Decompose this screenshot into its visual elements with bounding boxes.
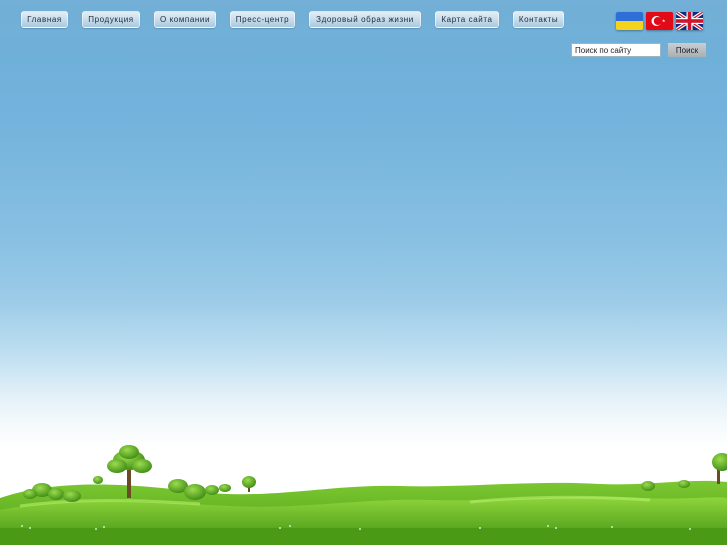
turkey-flag-graphic [646,12,673,30]
nav-item-press-center[interactable]: Пресс-центр [230,11,295,28]
nav-item-contacts[interactable]: Контакты [513,11,564,28]
nav-item-healthy-lifestyle[interactable]: Здоровый образ жизни [309,11,421,28]
uk-flag-icon[interactable] [676,12,703,30]
search-input[interactable] [571,43,661,57]
landscape-illustration [0,445,727,545]
turkey-flag-icon[interactable] [646,12,673,30]
nav-item-products[interactable]: Продукция [82,11,140,28]
search-button[interactable]: Поиск [668,43,706,57]
page: Главная Продукция О компании Пресс-центр… [0,0,727,545]
uk-flag-graphic [676,12,703,30]
nav-item-about[interactable]: О компании [154,11,216,28]
nav-item-home[interactable]: Главная [21,11,68,28]
nav-item-sitemap[interactable]: Карта сайта [435,11,499,28]
ukraine-flag-icon[interactable] [616,12,643,30]
ukraine-flag-graphic [616,12,643,30]
